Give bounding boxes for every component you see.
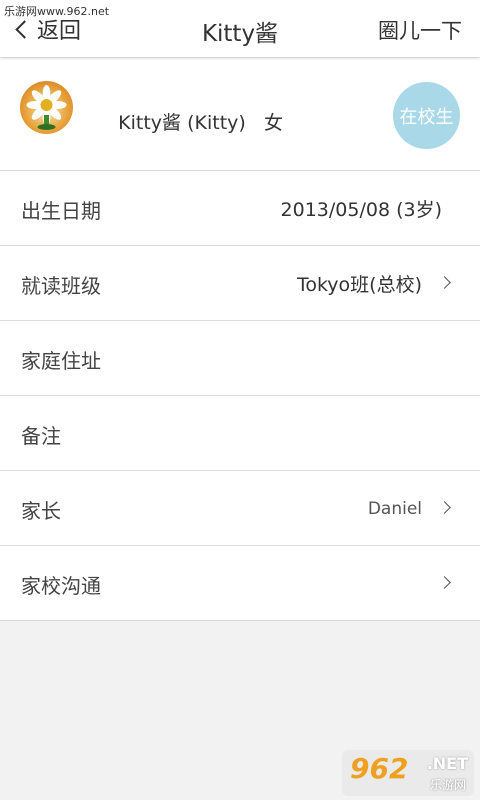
row-birthday: 出生日期 2013/05/08 (3岁)	[0, 171, 480, 246]
parent-value: Daniel	[367, 499, 422, 519]
logo-sub: 乐游网	[429, 778, 466, 792]
notes-label: 备注	[21, 424, 61, 448]
address-label: 家庭住址	[21, 349, 101, 373]
student-gender: 女	[263, 112, 283, 134]
communication-label: 家校沟通	[21, 574, 101, 598]
avatar[interactable]	[20, 81, 73, 134]
logo-number: 962	[350, 752, 409, 785]
row-class[interactable]: 就读班级 Tokyo班(总校)	[0, 246, 480, 321]
student-name: Kitty酱 (Kitty)	[118, 112, 246, 134]
row-notes[interactable]: 备注	[0, 396, 480, 471]
flower-icon	[26, 84, 67, 130]
profile-card: Kitty酱 (Kitty) 女 在校生	[0, 58, 480, 171]
chevron-right-icon	[438, 501, 451, 514]
site-watermark: 乐游网www.962.net	[4, 5, 110, 18]
chevron-right-icon	[438, 576, 451, 589]
class-label: 就读班级	[21, 274, 101, 298]
parent-label: 家长	[21, 499, 61, 523]
birthday-label: 出生日期	[21, 199, 101, 223]
circle-button[interactable]: 圈儿一下	[378, 15, 462, 45]
student-name-gender: Kitty酱 (Kitty) 女	[94, 86, 283, 157]
chevron-right-icon	[438, 276, 451, 289]
class-value: Tokyo班(总校)	[296, 274, 422, 296]
row-home-school-communication[interactable]: 家校沟通	[0, 546, 480, 621]
status-badge: 在校生	[393, 82, 460, 149]
birthday-value: 2013/05/08 (3岁)	[280, 199, 442, 221]
row-parent[interactable]: 家长 Daniel	[0, 471, 480, 546]
site-logo-watermark: 962 .NET 乐游网	[342, 750, 474, 796]
row-address[interactable]: 家庭住址	[0, 321, 480, 396]
logo-suffix: .NET	[426, 754, 468, 773]
